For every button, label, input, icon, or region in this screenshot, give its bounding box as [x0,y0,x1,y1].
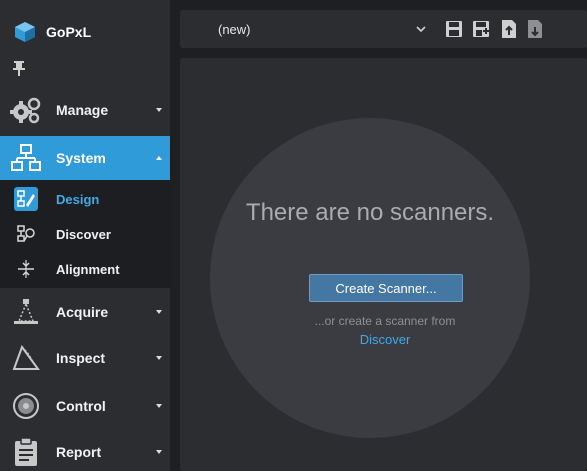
save-icon[interactable] [445,19,463,39]
import-icon[interactable] [500,19,518,39]
caret-down-icon [156,310,162,314]
subnav-label: Design [56,191,100,207]
scanner-icon [10,297,42,327]
system-subnav: Design Discover Alignment [0,180,170,288]
job-select-value: (new) [218,21,251,37]
nav-item-report[interactable]: Report [0,430,170,471]
subnav-label: Discover [56,226,111,242]
nav-label: Report [56,444,102,460]
inspect-icon [10,343,42,373]
discover-icon [14,222,38,246]
subnav-item-alignment[interactable]: Alignment [0,252,170,286]
main-panel: There are no scanners. Create Scanner...… [180,58,587,471]
caret-down-icon [156,450,162,454]
nav-item-inspect[interactable]: Inspect [0,336,170,380]
nav-item-system[interactable]: System [0,136,170,180]
save-as-icon[interactable] [472,19,490,39]
nav-label: Control [56,398,106,414]
subnav-item-discover[interactable]: Discover [0,217,170,251]
empty-state-hint: ...or create a scanner from [314,314,456,328]
discover-link[interactable]: Discover [210,332,530,347]
subnav-label: Alignment [56,261,120,277]
gears-icon [10,95,42,125]
nav-item-control[interactable]: Control [0,384,170,428]
subnav-item-design[interactable]: Design [0,182,170,216]
export-icon[interactable] [526,19,544,39]
nav-label: Inspect [56,350,106,366]
nav-item-acquire[interactable]: Acquire [0,290,170,334]
job-select[interactable]: (new) [188,17,436,41]
nav-label: Manage [56,102,109,118]
gopxl-logo-icon [15,22,35,42]
network-icon [10,143,42,173]
nav-label: Acquire [56,304,109,320]
alignment-icon [14,257,38,281]
empty-state: There are no scanners. Create Scanner...… [210,118,530,438]
nav-label: System [56,150,106,166]
nav-item-manage[interactable]: Manage [0,88,170,132]
caret-down-icon [156,108,162,112]
clipboard-icon [10,437,42,467]
sidebar: GoPxL Manage System Design Discover Alig… [0,0,170,471]
create-scanner-button[interactable]: Create Scanner... [309,274,463,302]
control-icon [10,391,42,421]
empty-state-title: There are no scanners. [245,199,495,226]
chevron-down-icon [416,26,426,33]
job-toolbar: (new) [180,10,587,48]
brand: GoPxL [0,10,170,54]
brand-name: GoPxL [46,24,92,40]
caret-down-icon [156,356,162,360]
design-icon [14,187,38,211]
pin-icon[interactable] [12,60,26,76]
caret-up-icon [156,156,162,160]
caret-down-icon [156,404,162,408]
